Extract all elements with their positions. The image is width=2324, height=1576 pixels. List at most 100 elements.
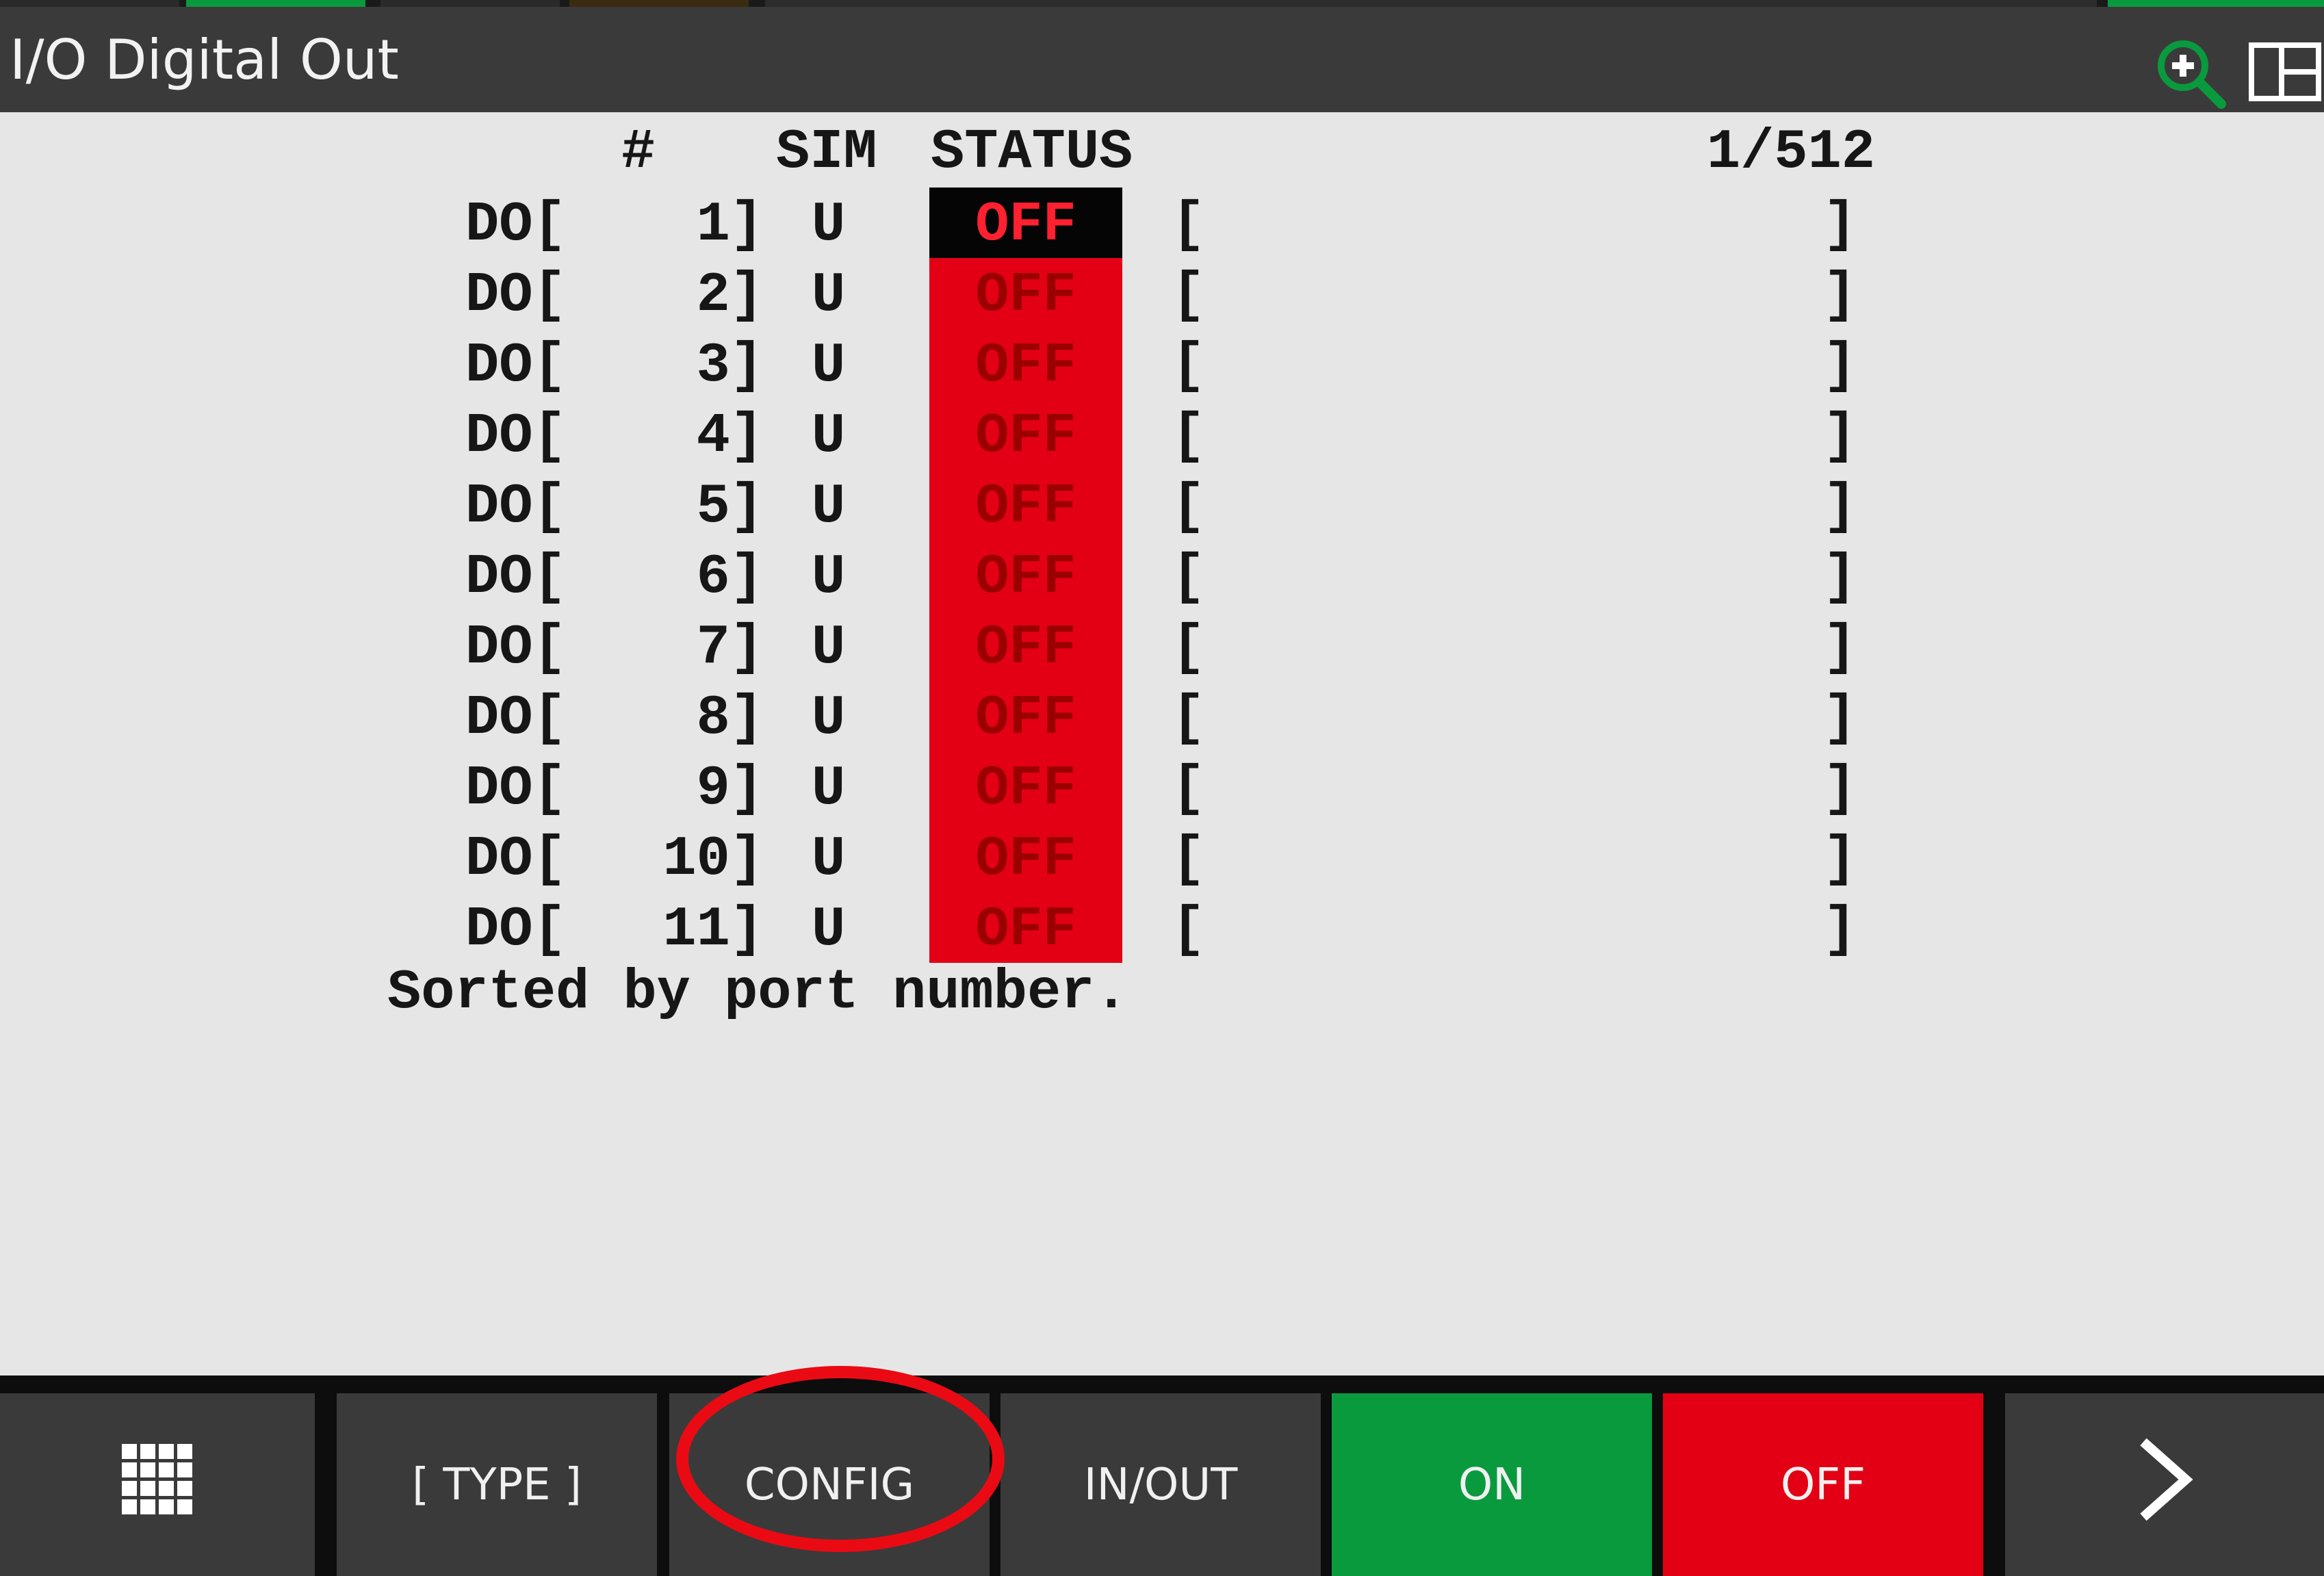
comment-open-bracket: [ (1172, 263, 1206, 327)
comment-open-bracket: [ (1172, 757, 1206, 821)
status-value: OFF (975, 404, 1076, 468)
title-bar: I/O Digital Out (0, 7, 2324, 112)
row-sim: U (812, 827, 846, 891)
row-sim: U (812, 545, 846, 609)
row-label: DO[ (465, 827, 567, 891)
row-label: DO[ (465, 686, 567, 750)
comment-close-bracket: ] (1823, 334, 1857, 398)
row-sim: U (812, 334, 846, 398)
row-index: 3] (696, 334, 764, 398)
row-index: 2] (696, 263, 764, 327)
row-index: 6] (696, 545, 764, 609)
row-index: 9] (696, 757, 764, 821)
status-strip-segment (2108, 0, 2324, 7)
type-button[interactable]: [ TYPE ] (337, 1393, 657, 1576)
status-cell[interactable]: OFF (929, 751, 1122, 822)
status-strip-segment (0, 0, 179, 7)
status-value: OFF (975, 686, 1076, 750)
config-button[interactable]: CONFIG (669, 1393, 990, 1576)
status-strip-segment (765, 0, 2097, 7)
split-layout-icon[interactable] (2247, 41, 2323, 103)
row-label: DO[ (465, 263, 567, 327)
in-out-button[interactable]: IN/OUT (1000, 1393, 1321, 1576)
row-index: 10] (662, 827, 764, 891)
status-value: OFF (975, 475, 1076, 539)
comment-open-bracket: [ (1172, 827, 1206, 891)
comment-close-bracket: ] (1823, 827, 1857, 891)
page-title: I/O Digital Out (10, 28, 399, 92)
status-value: OFF (975, 545, 1076, 609)
comment-close-bracket: ] (1823, 193, 1857, 257)
comment-open-bracket: [ (1172, 193, 1206, 257)
top-status-strip (0, 0, 2324, 7)
status-cell[interactable]: OFF (929, 258, 1122, 328)
status-value: OFF (975, 334, 1076, 398)
row-index: 11] (662, 898, 764, 961)
comment-close-bracket: ] (1823, 475, 1857, 539)
row-label: DO[ (465, 334, 567, 398)
status-strip-segment (186, 0, 365, 7)
comment-open-bracket: [ (1172, 686, 1206, 750)
status-cell[interactable]: OFF (929, 822, 1122, 892)
row-label: DO[ (465, 757, 567, 821)
status-value: OFF (975, 193, 1076, 257)
comment-open-bracket: [ (1172, 475, 1206, 539)
row-sim: U (812, 475, 846, 539)
comment-open-bracket: [ (1172, 545, 1206, 609)
status-value: OFF (975, 616, 1076, 680)
comment-close-bracket: ] (1823, 898, 1857, 961)
status-value: OFF (975, 757, 1076, 821)
status-strip-segment (380, 0, 560, 7)
status-strip-segment (569, 0, 749, 7)
row-index: 4] (696, 404, 764, 468)
row-index: 5] (696, 475, 764, 539)
status-cell[interactable]: OFF (929, 540, 1122, 610)
row-sim: U (812, 616, 846, 680)
status-cell[interactable]: OFF (929, 188, 1122, 258)
status-cell[interactable]: OFF (929, 892, 1122, 963)
status-value: OFF (975, 263, 1076, 327)
comment-open-bracket: [ (1172, 334, 1206, 398)
comment-close-bracket: ] (1823, 757, 1857, 821)
grid-menu-icon (119, 1441, 196, 1529)
comment-open-bracket: [ (1172, 898, 1206, 961)
status-value: OFF (975, 898, 1076, 961)
zoom-in-icon[interactable] (2154, 37, 2227, 109)
next-page-button[interactable] (2005, 1393, 2324, 1576)
io-table: # SIM STATUS 1/512 DO[1] U OFF [] DO[2] U OFF [… (0, 112, 2324, 1375)
row-label: DO[ (465, 545, 567, 609)
status-cell[interactable]: OFF (929, 681, 1122, 751)
row-sim: U (812, 757, 846, 821)
function-key-bar: [ TYPE ] CONFIG IN/OUT ON OFF (0, 1375, 2324, 1576)
column-header-sim: SIM (776, 120, 877, 184)
menu-button[interactable] (0, 1393, 315, 1576)
row-sim: U (812, 404, 846, 468)
comment-open-bracket: [ (1172, 404, 1206, 468)
row-label: DO[ (465, 475, 567, 539)
status-cell[interactable]: OFF (929, 328, 1122, 399)
page-position-indicator: 1/512 (1707, 120, 1876, 184)
sort-note: Sorted by port number. (387, 961, 1128, 1024)
comment-close-bracket: ] (1823, 616, 1857, 680)
row-sim: U (812, 898, 846, 961)
row-index: 7] (696, 616, 764, 680)
row-label: DO[ (465, 404, 567, 468)
comment-close-bracket: ] (1823, 686, 1857, 750)
status-cell[interactable]: OFF (929, 469, 1122, 540)
row-index: 8] (696, 686, 764, 750)
comment-close-bracket: ] (1823, 545, 1857, 609)
comment-close-bracket: ] (1823, 404, 1857, 468)
row-sim: U (812, 686, 846, 750)
row-sim: U (812, 193, 846, 257)
column-header-number: # (621, 120, 656, 184)
column-header-status: STATUS (931, 120, 1133, 184)
row-label: DO[ (465, 616, 567, 680)
status-cell[interactable]: OFF (929, 610, 1122, 681)
status-cell[interactable]: OFF (929, 399, 1122, 469)
row-label: DO[ (465, 193, 567, 257)
off-button[interactable]: OFF (1663, 1393, 1983, 1576)
chevron-right-icon (2134, 1435, 2195, 1535)
comment-close-bracket: ] (1823, 263, 1857, 327)
on-button[interactable]: ON (1332, 1393, 1652, 1576)
row-label: DO[ (465, 898, 567, 961)
